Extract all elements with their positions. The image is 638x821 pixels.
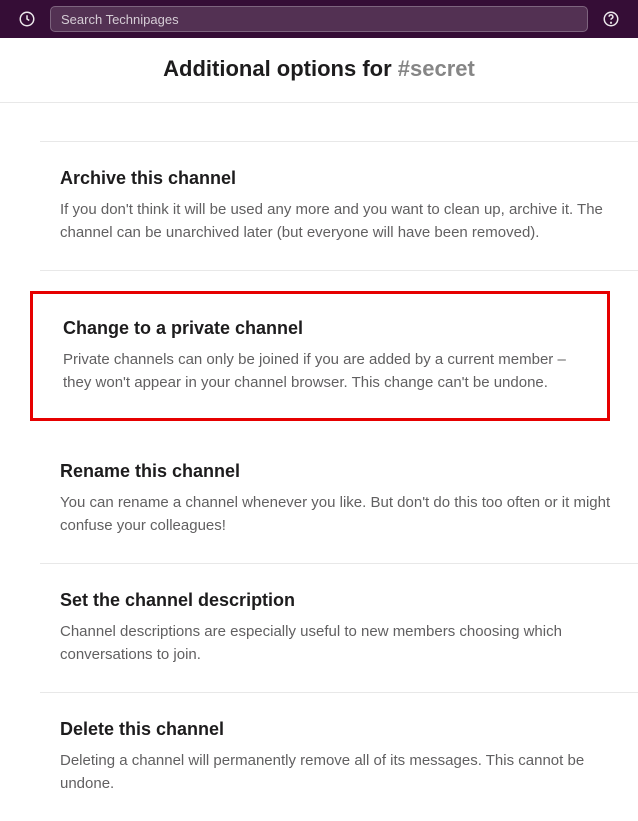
page-title-prefix: Additional options for — [163, 56, 398, 81]
search-placeholder: Search Technipages — [61, 12, 179, 27]
option-title: Archive this channel — [60, 168, 618, 189]
option-desc: If you don't think it will be used any m… — [60, 199, 618, 244]
option-private[interactable]: Change to a private channel Private chan… — [30, 291, 610, 421]
option-description[interactable]: Set the channel description Channel desc… — [40, 564, 638, 693]
option-desc: Channel descriptions are especially usef… — [60, 621, 618, 666]
search-input[interactable]: Search Technipages — [50, 6, 588, 32]
option-delete[interactable]: Delete this channel Deleting a channel w… — [40, 693, 638, 821]
history-icon[interactable] — [18, 10, 36, 28]
option-title: Rename this channel — [60, 461, 618, 482]
option-title: Delete this channel — [60, 719, 618, 740]
top-bar: Search Technipages — [0, 0, 638, 38]
page-title-channel: #secret — [398, 56, 475, 81]
option-title: Change to a private channel — [63, 318, 587, 339]
option-rename[interactable]: Rename this channel You can rename a cha… — [40, 435, 638, 564]
option-desc: Deleting a channel will permanently remo… — [60, 750, 618, 795]
page-header: Additional options for #secret — [0, 38, 638, 103]
help-icon[interactable] — [602, 10, 620, 28]
options-list: Archive this channel If you don't think … — [0, 141, 638, 821]
option-desc: You can rename a channel whenever you li… — [60, 492, 618, 537]
option-desc: Private channels can only be joined if y… — [63, 349, 587, 394]
option-archive[interactable]: Archive this channel If you don't think … — [40, 141, 638, 271]
option-title: Set the channel description — [60, 590, 618, 611]
